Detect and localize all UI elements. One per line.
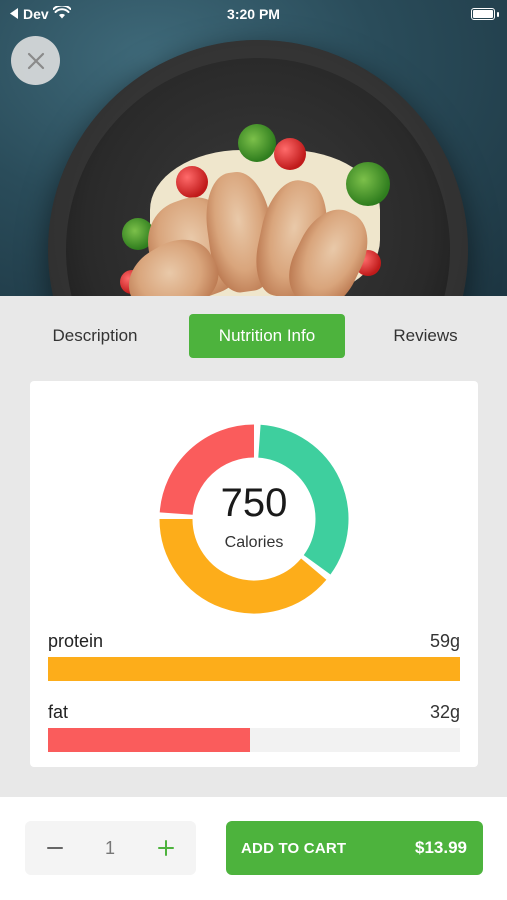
close-button[interactable] [11, 36, 60, 85]
tomato [176, 166, 208, 198]
close-icon [27, 52, 44, 69]
plus-icon [158, 840, 174, 856]
nutrient-bar-track [48, 657, 460, 681]
calories-label: Calories [224, 534, 284, 551]
bottom-bar: 1 ADD TO CART $13.99 [0, 797, 507, 900]
battery-icon [471, 8, 495, 20]
tab-reviews[interactable]: Reviews [368, 314, 483, 358]
tab-nutrition-info[interactable]: Nutrition Info [189, 314, 345, 358]
donut-segment [159, 518, 327, 614]
status-time: 3:20 PM [227, 6, 280, 22]
tab-bar: Description Nutrition Info Reviews [0, 296, 507, 378]
nutrient-amount: 32g [429, 702, 460, 722]
add-to-cart-label: ADD TO CART [241, 839, 347, 857]
nutrient-bar-fill [48, 728, 250, 752]
battery-tip [497, 12, 499, 17]
nutrient-name: protein [48, 631, 104, 651]
tab-description[interactable]: Description [30, 314, 160, 358]
nutrient-name: fat [48, 702, 69, 722]
quantity-stepper: 1 [25, 821, 196, 875]
decrement-button[interactable] [35, 821, 75, 875]
dish-photo [0, 0, 507, 296]
broccoli [346, 162, 390, 206]
nutrient-bar-fill [48, 657, 460, 681]
status-bar: Dev 3:20 PM [0, 0, 507, 28]
increment-button[interactable] [146, 821, 186, 875]
quantity-value: 1 [104, 837, 115, 858]
price-label: $13.99 [415, 838, 467, 857]
broccoli [238, 124, 276, 162]
nutrient-bar-track [48, 728, 460, 752]
calories-value: 750 [220, 481, 288, 525]
nutrient-amount: 59g [429, 631, 460, 651]
nutrition-card: 750 Calories protein 59g fat 32g [30, 381, 478, 767]
minus-icon [47, 847, 63, 849]
add-to-cart-button[interactable]: ADD TO CART $13.99 [226, 821, 483, 875]
tomato [274, 138, 306, 170]
